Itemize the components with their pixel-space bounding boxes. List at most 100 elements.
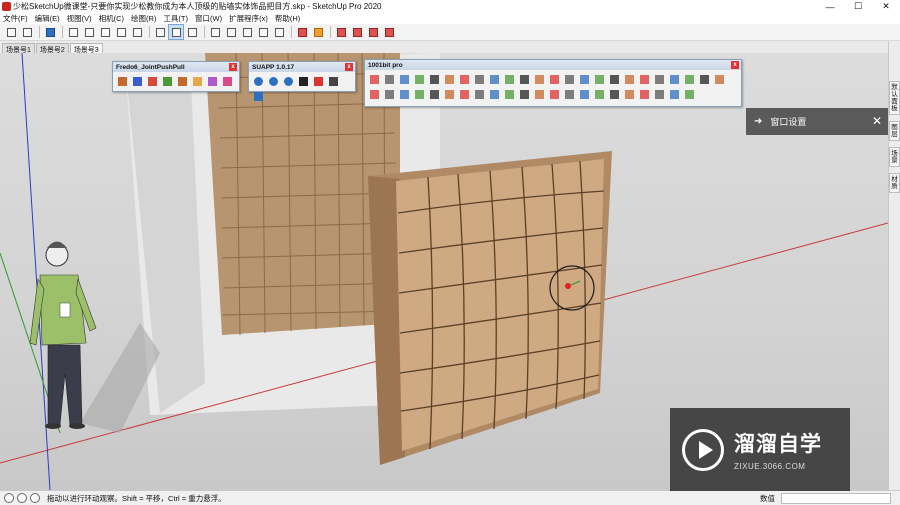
bit-tool-icon[interactable] — [413, 88, 426, 101]
line-icon[interactable] — [66, 25, 80, 39]
menu-file[interactable]: 文件(F) — [3, 13, 28, 24]
bit-tool-icon[interactable] — [473, 88, 486, 101]
warehouse-icon[interactable] — [256, 25, 270, 39]
play-icon[interactable] — [297, 75, 310, 88]
ruby-icon[interactable] — [295, 25, 309, 39]
1001bit-toolbar-panel[interactable]: 1001bit pro x — [364, 59, 742, 107]
export-icon[interactable] — [327, 75, 340, 88]
bit-tool-icon[interactable] — [698, 73, 711, 86]
bit-tool-icon[interactable] — [593, 88, 606, 101]
bit-tool-icon[interactable] — [608, 73, 621, 86]
bit-tool-icon[interactable] — [473, 73, 486, 86]
fredo-close-icon[interactable]: x — [229, 63, 237, 71]
bit-tool-icon[interactable] — [668, 73, 681, 86]
bit-tool-icon[interactable] — [458, 73, 471, 86]
pin-icon[interactable]: ➜ — [754, 116, 762, 127]
measurements-input[interactable] — [781, 493, 891, 504]
bit-tool-icon[interactable] — [368, 73, 381, 86]
menu-camera[interactable]: 相机(C) — [99, 13, 124, 24]
menu-draw[interactable]: 绘图(R) — [131, 13, 156, 24]
stop-icon[interactable] — [312, 75, 325, 88]
bit-tool-icon[interactable] — [428, 73, 441, 86]
menu-window[interactable]: 窗口(W) — [195, 13, 222, 24]
bit-tool-icon[interactable] — [548, 73, 561, 86]
bit-tool-icon[interactable] — [503, 88, 516, 101]
red-tool-icon[interactable] — [334, 25, 348, 39]
minimize-button[interactable]: — — [816, 0, 844, 13]
menu-edit[interactable]: 编辑(E) — [35, 13, 60, 24]
red-folder-icon[interactable] — [366, 25, 380, 39]
component-icon[interactable] — [272, 25, 286, 39]
bit-tool-icon[interactable] — [623, 73, 636, 86]
bit-tool-icon[interactable] — [503, 73, 516, 86]
scene-tab-3[interactable]: 场景号3 — [69, 43, 103, 54]
bit-tool-icon[interactable] — [653, 73, 666, 86]
bit-tool-icon[interactable] — [383, 88, 396, 101]
bit-tool-icon[interactable] — [653, 88, 666, 101]
undo-push-pull-icon[interactable] — [206, 75, 219, 88]
tray-tab-scenes[interactable]: 场景 — [889, 147, 900, 167]
scene-tab-1[interactable]: 场景号1 — [2, 43, 35, 54]
bit-tool-icon[interactable] — [518, 73, 531, 86]
bit-tool-icon[interactable] — [563, 88, 576, 101]
bit-tool-icon[interactable] — [548, 88, 561, 101]
bit-tool-icon[interactable] — [458, 88, 471, 101]
arc-icon[interactable] — [114, 25, 128, 39]
follow-push-pull-icon[interactable] — [176, 75, 189, 88]
menu-view[interactable]: 视图(V) — [67, 13, 92, 24]
fredo-toolbar-panel[interactable]: Fredo6_JointPushPull x — [112, 61, 240, 92]
bit-tool-icon[interactable] — [683, 73, 696, 86]
bit-tool-icon[interactable] — [683, 88, 696, 101]
bit-tool-icon[interactable] — [428, 88, 441, 101]
bit-tool-icon[interactable] — [443, 88, 456, 101]
bit-tool-icon[interactable] — [638, 88, 651, 101]
suapp-panel-header[interactable]: SUAPP 1.0.17 x — [249, 62, 355, 72]
tray-tab-materials[interactable]: 材质 — [889, 173, 900, 193]
bit-tool-icon[interactable] — [398, 88, 411, 101]
bit-tool-icon[interactable] — [533, 88, 546, 101]
pan-icon[interactable] — [185, 25, 199, 39]
bit-tool-icon[interactable] — [488, 88, 501, 101]
refresh-icon[interactable] — [282, 75, 295, 88]
red-cube-icon[interactable] — [350, 25, 364, 39]
suapp-close-icon[interactable]: x — [345, 63, 353, 71]
bit-tool-icon[interactable] — [713, 73, 726, 86]
vector-push-pull-icon[interactable] — [131, 75, 144, 88]
rotate-left-icon[interactable] — [252, 75, 265, 88]
orbit-icon[interactable] — [168, 24, 184, 40]
geo-location-icon[interactable] — [4, 493, 14, 503]
joint-push-pull-icon[interactable] — [116, 75, 129, 88]
normal-push-pull-icon[interactable] — [146, 75, 159, 88]
bit-tool-icon[interactable] — [668, 88, 681, 101]
menu-tools[interactable]: 工具(T) — [163, 13, 188, 24]
bit-tool-icon[interactable] — [443, 73, 456, 86]
close-button[interactable]: ✕ — [872, 0, 900, 13]
tray-tab-default[interactable]: 默认面板 — [889, 81, 900, 115]
credits-icon[interactable] — [17, 493, 27, 503]
bit-tool-icon[interactable] — [608, 88, 621, 101]
bit-tool-icon[interactable] — [623, 88, 636, 101]
suapp-toolbar-panel[interactable]: SUAPP 1.0.17 x — [248, 61, 356, 101]
bit-tool-icon[interactable] — [578, 73, 591, 86]
bit-tool-icon[interactable] — [578, 88, 591, 101]
push-pull-icon[interactable] — [130, 25, 144, 39]
move-icon[interactable] — [153, 25, 167, 39]
tape-icon[interactable] — [240, 25, 254, 39]
bit-tool-icon[interactable] — [638, 73, 651, 86]
zoom-extents-icon[interactable] — [224, 25, 238, 39]
user-icon[interactable] — [30, 493, 40, 503]
finish-push-pull-icon[interactable] — [221, 75, 234, 88]
default-tray-header[interactable]: ➜ 窗口设置 ✕ — [746, 108, 888, 135]
fredo-panel-header[interactable]: Fredo6_JointPushPull x — [113, 62, 239, 72]
settings-icon[interactable] — [252, 90, 265, 103]
maximize-button[interactable]: ☐ — [844, 0, 872, 13]
bit-tool-icon[interactable] — [533, 73, 546, 86]
zoom-icon[interactable] — [208, 25, 222, 39]
extrude-icon[interactable] — [161, 75, 174, 88]
bit-tool-icon[interactable] — [398, 73, 411, 86]
1001bit-close-icon[interactable]: x — [731, 61, 739, 69]
tray-close-icon[interactable]: ✕ — [872, 114, 882, 128]
bit-tool-icon[interactable] — [368, 88, 381, 101]
tray-tab-layers[interactable]: 图层 — [889, 121, 900, 141]
bit-tool-icon[interactable] — [593, 73, 606, 86]
